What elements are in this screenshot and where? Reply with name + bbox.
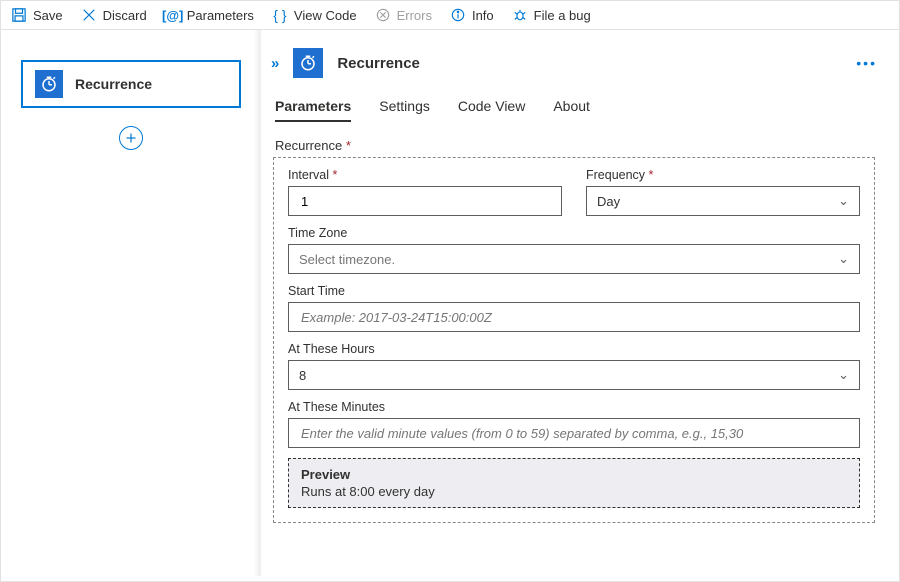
start-time-label: Start Time [288, 284, 860, 298]
parameters-label: Parameters [187, 8, 254, 23]
minutes-input[interactable] [288, 418, 860, 448]
view-code-label: View Code [294, 8, 357, 23]
tab-settings[interactable]: Settings [379, 98, 430, 122]
clock-icon [293, 48, 323, 78]
interval-input[interactable] [288, 186, 562, 216]
hours-select[interactable]: 8 ⌄ [288, 360, 860, 390]
details-pane: » Recurrence ••• Parameters Settings Cod… [261, 30, 899, 576]
parameters-group: Interval * Frequency * Day ⌄ Time Zone S [273, 157, 875, 523]
preview-text: Runs at 8:00 every day [301, 484, 847, 499]
errors-button: Errors [375, 7, 432, 23]
discard-button[interactable]: Discard [81, 7, 147, 23]
view-code-button[interactable]: { } View Code [272, 7, 357, 23]
error-icon [375, 7, 391, 23]
save-icon [11, 7, 27, 23]
preview-title: Preview [301, 467, 847, 482]
frequency-select[interactable]: Day ⌄ [586, 186, 860, 216]
info-button[interactable]: Info [450, 7, 494, 23]
toolbar: Save Discard [@] Parameters { } View Cod… [1, 1, 899, 30]
add-step-button[interactable] [119, 126, 143, 150]
section-label-recurrence: Recurrence * [275, 138, 877, 153]
trigger-card-recurrence[interactable]: Recurrence [21, 60, 241, 108]
minutes-label: At These Minutes [288, 400, 860, 414]
save-button[interactable]: Save [11, 7, 63, 23]
panel-more-button[interactable]: ••• [856, 55, 877, 71]
collapse-panel-button[interactable]: » [271, 55, 279, 72]
errors-label: Errors [397, 8, 432, 23]
chevron-down-icon: ⌄ [838, 193, 849, 209]
file-bug-label: File a bug [534, 8, 591, 23]
hours-label: At These Hours [288, 342, 860, 356]
discard-label: Discard [103, 8, 147, 23]
tab-code-view[interactable]: Code View [458, 98, 525, 122]
tab-parameters[interactable]: Parameters [275, 98, 351, 122]
designer-canvas: Recurrence [1, 30, 261, 576]
info-icon [450, 7, 466, 23]
save-label: Save [33, 8, 63, 23]
interval-label: Interval * [288, 168, 562, 182]
tab-about[interactable]: About [553, 98, 590, 122]
panel-title: Recurrence [337, 55, 420, 72]
chevron-down-icon: ⌄ [838, 251, 849, 267]
clock-icon [35, 70, 63, 98]
file-bug-button[interactable]: File a bug [512, 7, 591, 23]
chevron-down-icon: ⌄ [838, 367, 849, 383]
preview-box: Preview Runs at 8:00 every day [288, 458, 860, 508]
bug-icon [512, 7, 528, 23]
braces-icon: { } [272, 7, 288, 23]
panel-tabs: Parameters Settings Code View About [271, 98, 877, 122]
parameters-button[interactable]: [@] Parameters [165, 7, 254, 23]
info-label: Info [472, 8, 494, 23]
parameters-icon: [@] [165, 7, 181, 23]
frequency-label: Frequency * [586, 168, 860, 182]
discard-icon [81, 7, 97, 23]
timezone-label: Time Zone [288, 226, 860, 240]
timezone-select[interactable]: Select timezone. ⌄ [288, 244, 860, 274]
trigger-card-label: Recurrence [75, 76, 152, 92]
start-time-input[interactable] [288, 302, 860, 332]
